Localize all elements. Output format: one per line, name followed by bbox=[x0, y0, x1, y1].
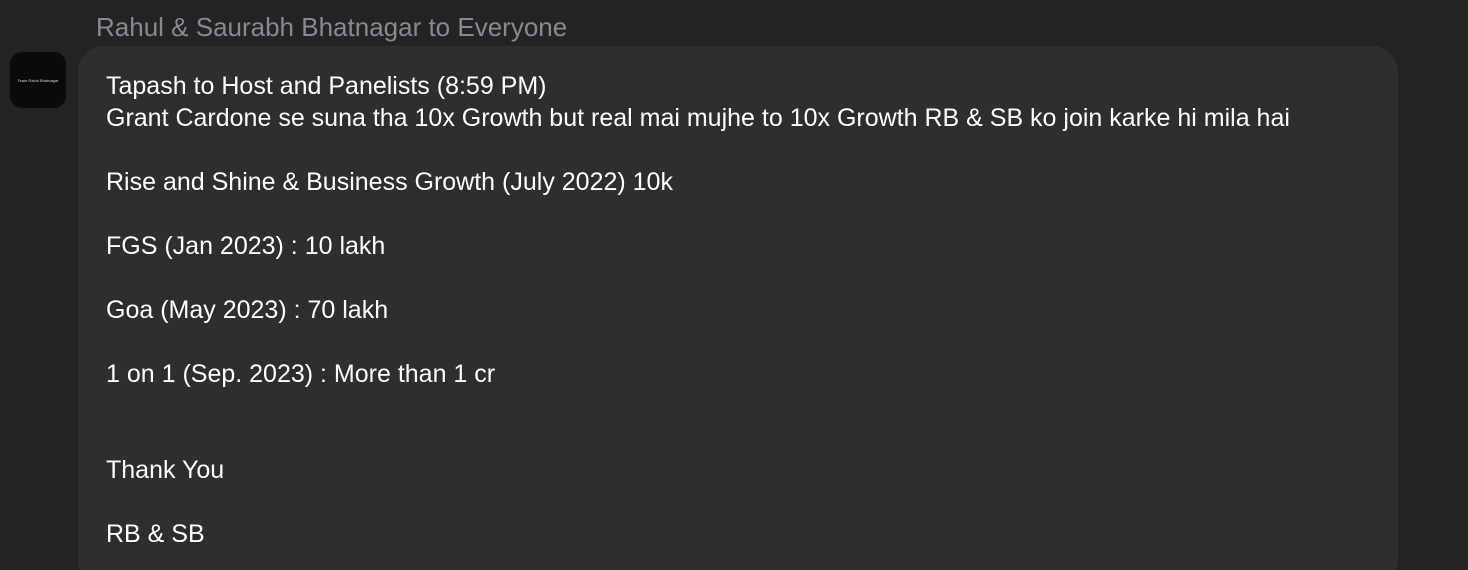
message-line: FGS (Jan 2023) : 10 lakh bbox=[106, 232, 386, 260]
message-line bbox=[106, 486, 1290, 518]
message-line: Goa (May 2023) : 70 lakh bbox=[106, 296, 389, 324]
message-line: Rise and Shine & Business Growth (July 2… bbox=[106, 168, 673, 196]
message-line bbox=[106, 262, 1290, 294]
message-body: Tapash to Host and Panelists (8:59 PM) G… bbox=[106, 70, 1290, 550]
message-line bbox=[106, 422, 1290, 454]
message-sender-header: Rahul & Saurabh Bhatnagar to Everyone bbox=[96, 12, 568, 42]
message-bubble[interactable]: Tapash to Host and Panelists (8:59 PM) G… bbox=[78, 46, 1398, 570]
message-line bbox=[106, 198, 1290, 230]
message-line: Thank You bbox=[106, 456, 225, 484]
message-line: Grant Cardone se suna tha 10x Growth but… bbox=[106, 104, 1290, 132]
message-line bbox=[106, 390, 1290, 422]
avatar[interactable]: Team Rahul Bhatnagar bbox=[10, 52, 66, 108]
message-line: Tapash to Host and Panelists (8:59 PM) bbox=[106, 72, 547, 100]
message-line bbox=[106, 134, 1290, 166]
message-line: RB & SB bbox=[106, 520, 205, 548]
message-line: 1 on 1 (Sep. 2023) : More than 1 cr bbox=[106, 360, 496, 388]
avatar-label: Team Rahul Bhatnagar bbox=[17, 77, 59, 83]
chat-panel: Rahul & Saurabh Bhatnagar to Everyone Te… bbox=[0, 0, 1468, 570]
message-line bbox=[106, 326, 1290, 358]
